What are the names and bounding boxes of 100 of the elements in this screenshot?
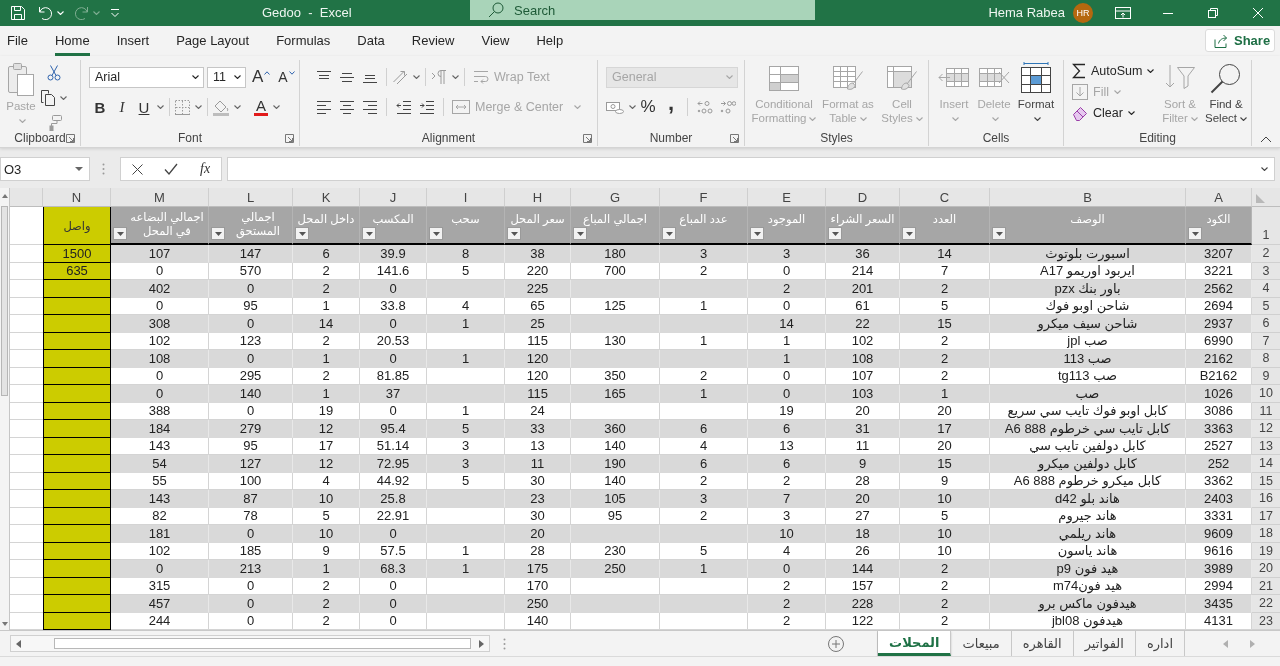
restore-icon[interactable]	[1207, 8, 1218, 18]
undo-icon[interactable]	[38, 6, 53, 20]
close-icon[interactable]	[1252, 8, 1263, 18]
column-header[interactable]: H	[505, 188, 571, 207]
caret-icon[interactable]	[60, 96, 67, 100]
filter-button[interactable]	[295, 227, 309, 240]
paintbrush-icon[interactable]	[46, 115, 62, 131]
user-avatar[interactable]: HR	[1073, 3, 1093, 23]
save-icon[interactable]	[10, 5, 26, 21]
caret-icon[interactable]	[234, 105, 241, 109]
search-input[interactable]: Search	[514, 1, 574, 19]
drag-handle-icon[interactable]	[503, 637, 506, 650]
underline-button[interactable]: U	[133, 96, 155, 118]
dialog-launcher-icon[interactable]	[66, 133, 75, 143]
pilcrow-icon[interactable]	[431, 69, 447, 85]
caret-icon[interactable]	[452, 75, 459, 79]
borders-icon[interactable]	[175, 99, 190, 115]
paint-bucket-icon[interactable]	[213, 98, 229, 116]
italic-button[interactable]: I	[111, 96, 133, 118]
row-header[interactable]: 16	[1252, 490, 1280, 508]
menu-tab[interactable]: Help	[536, 31, 564, 56]
filter-button[interactable]	[662, 227, 676, 240]
caret-down-icon[interactable]	[1, 622, 8, 626]
dialog-launcher-icon[interactable]	[285, 133, 294, 143]
caret-icon[interactable]	[157, 105, 164, 109]
filter-button[interactable]	[113, 227, 127, 240]
row-header[interactable]: 6	[1252, 315, 1280, 333]
filter-button[interactable]	[828, 227, 842, 240]
column-header[interactable]: C	[900, 188, 990, 207]
font-color-button[interactable]: A	[251, 96, 271, 118]
menu-tab[interactable]: Insert	[116, 31, 150, 56]
row-header[interactable]: 14	[1252, 455, 1280, 473]
align-center-icon[interactable]	[338, 100, 355, 114]
scrollbar-thumb[interactable]	[1, 206, 8, 396]
share-button[interactable]: Share	[1205, 29, 1275, 52]
comma-style-button[interactable]: ,	[660, 96, 682, 118]
column-header[interactable]: L	[209, 188, 293, 207]
column-header[interactable]: J	[360, 188, 427, 207]
row-header[interactable]: 2	[1252, 245, 1280, 263]
caret-icon[interactable]	[629, 105, 636, 109]
diagonal-arrow-icon[interactable]	[392, 69, 408, 85]
search-bar[interactable]: Search	[470, 0, 815, 20]
column-header[interactable]: F	[660, 188, 748, 207]
add-icon[interactable]	[828, 635, 845, 652]
column-header[interactable]: E	[748, 188, 826, 207]
row-header[interactable]: 1	[1252, 207, 1280, 245]
row-header[interactable]: 10	[1252, 385, 1280, 403]
row-header[interactable]: 20	[1252, 560, 1280, 578]
copy-icon[interactable]	[41, 90, 55, 106]
scrollbar-thumb[interactable]	[54, 638, 471, 649]
column-header[interactable]: D	[826, 188, 900, 207]
caret-right-icon[interactable]	[479, 639, 484, 648]
filter-button[interactable]	[429, 227, 443, 240]
row-header[interactable]: 4	[1252, 280, 1280, 298]
filter-button[interactable]	[507, 227, 521, 240]
decrease-indent-icon[interactable]	[395, 100, 412, 114]
ribbon-display-icon[interactable]	[1114, 7, 1131, 19]
caret-icon[interactable]	[273, 105, 280, 109]
menu-tab[interactable]: File	[7, 31, 28, 56]
column-header[interactable]: A	[1186, 188, 1252, 207]
cancel-icon[interactable]	[131, 163, 143, 175]
menu-tab[interactable]: Review	[411, 31, 455, 56]
customize-menu-icon[interactable]	[110, 8, 120, 18]
insert-function-button[interactable]: fx	[200, 161, 211, 177]
editing-button[interactable]: Find & Select	[1202, 60, 1250, 125]
increase-indent-icon[interactable]	[418, 100, 435, 114]
filter-button[interactable]	[902, 227, 916, 240]
menu-tab[interactable]: Page Layout	[176, 31, 250, 56]
menu-tab[interactable]: View	[481, 31, 510, 56]
align-middle-icon[interactable]	[338, 70, 355, 84]
filter-button[interactable]	[573, 227, 587, 240]
filter-button[interactable]	[362, 227, 376, 240]
banknote-icon[interactable]	[606, 100, 624, 114]
collapse-ribbon-icon[interactable]	[1260, 136, 1272, 143]
row-header[interactable]: 22	[1252, 595, 1280, 613]
menu-tab[interactable]: Data	[357, 31, 385, 56]
decrease-font-size-button[interactable]: A	[278, 66, 295, 88]
align-right-icon[interactable]	[361, 100, 378, 114]
caret-icon[interactable]	[1261, 167, 1268, 171]
column-header[interactable]: G	[571, 188, 660, 207]
filter-button[interactable]	[1188, 227, 1202, 240]
caret-up-icon[interactable]	[1, 194, 8, 198]
bold-button[interactable]: B	[89, 96, 111, 118]
menu-tab[interactable]: Formulas	[276, 31, 331, 56]
row-header[interactable]: 12	[1252, 420, 1280, 438]
drag-handle-icon[interactable]	[102, 163, 105, 175]
caret-icon[interactable]	[413, 75, 420, 79]
name-box[interactable]: O3	[0, 157, 90, 181]
column-header[interactable]: N	[43, 188, 111, 207]
filter-button[interactable]	[992, 227, 1006, 240]
decrease-decimal-icon[interactable]	[719, 100, 736, 114]
scissors-icon[interactable]	[47, 65, 61, 81]
check-icon[interactable]	[164, 163, 179, 175]
align-left-icon[interactable]	[315, 100, 332, 114]
column-header[interactable]: M	[111, 188, 209, 207]
column-header[interactable]: I	[427, 188, 505, 207]
caret-icon[interactable]	[195, 105, 202, 109]
filter-button[interactable]	[211, 227, 225, 240]
font-size-dropdown[interactable]: 11	[207, 66, 246, 88]
column-header[interactable]: B	[990, 188, 1186, 207]
